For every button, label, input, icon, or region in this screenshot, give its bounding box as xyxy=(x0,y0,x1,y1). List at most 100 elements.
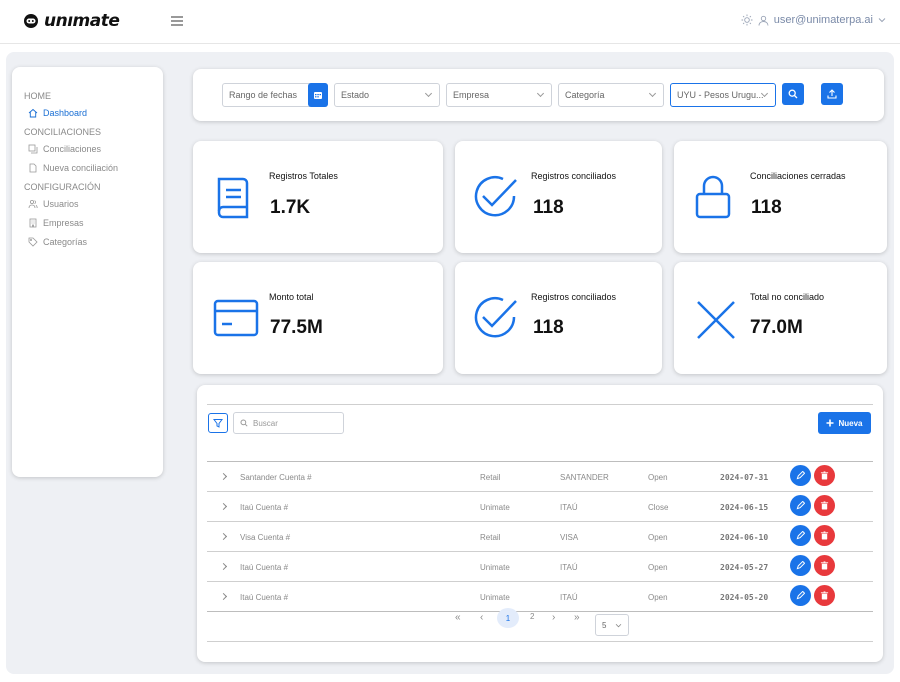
sidebar-item-label: Nueva conciliación xyxy=(43,163,119,173)
sidebar-item-label: Usuarios xyxy=(43,199,79,209)
pagination-page-2[interactable]: 2 xyxy=(530,612,534,621)
row-name: Itaú Cuenta # xyxy=(240,563,289,572)
row-bank: VISA xyxy=(560,533,579,542)
logo[interactable]: unımate xyxy=(22,11,120,31)
chevron-down-icon xyxy=(536,89,545,98)
plus-icon xyxy=(826,419,834,427)
pagination-last[interactable]: » xyxy=(574,612,580,623)
edit-button[interactable] xyxy=(790,525,811,546)
row-company: Retail xyxy=(480,533,501,542)
pagination-page-1[interactable]: 1 xyxy=(497,608,519,628)
search-icon xyxy=(240,419,248,427)
table-row[interactable]: Visa Cuenta # Retail VISA Open 2024-06-1… xyxy=(207,522,873,552)
card-value: 77.0M xyxy=(750,317,803,338)
chevron-down-icon[interactable] xyxy=(878,17,886,23)
chevron-right-icon[interactable] xyxy=(219,502,228,511)
row-name: Itaú Cuenta # xyxy=(240,593,289,602)
check-circle-icon xyxy=(474,176,517,217)
sidebar-section-configuracion: CONFIGURACIÓN xyxy=(24,182,101,192)
search-button[interactable] xyxy=(782,83,804,105)
check-circle-icon xyxy=(474,297,517,338)
user-email: user@unimaterpa.ai xyxy=(773,14,873,26)
trash-icon xyxy=(820,471,829,480)
sidebar-item-label: Dashboard xyxy=(43,108,88,118)
user-menu[interactable]: user@unimaterpa.ai xyxy=(741,14,886,26)
edit-button[interactable] xyxy=(790,495,811,516)
export-button[interactable] xyxy=(821,83,843,105)
row-date: 2024-07-31 xyxy=(720,473,769,482)
sidebar-section-home: HOME xyxy=(24,91,51,101)
sidebar-item-dashboard[interactable]: Dashboard xyxy=(24,108,151,118)
table-row[interactable]: Itaú Cuenta # Unimate ITAÚ Open 2024-05-… xyxy=(207,582,873,612)
row-bank: SANTANDER xyxy=(560,473,609,482)
filter-toggle-button[interactable] xyxy=(208,413,228,433)
date-range-field[interactable]: Rango de fechas xyxy=(222,83,328,107)
estado-select-value: Estado xyxy=(341,90,370,100)
pencil-icon xyxy=(796,531,805,540)
delete-button[interactable] xyxy=(814,495,835,516)
calendar-button[interactable] xyxy=(308,83,328,107)
stat-card-conciliaciones-cerradas: Conciliaciones cerradas 118 xyxy=(674,141,887,253)
calendar-icon xyxy=(314,92,322,99)
sidebar-item-label: Conciliaciones xyxy=(43,144,102,154)
trash-icon xyxy=(820,531,829,540)
chevron-right-icon[interactable] xyxy=(219,532,228,541)
stat-card-total-no-conciliado: Total no conciliado 77.0M xyxy=(674,262,887,374)
building-icon xyxy=(29,218,37,228)
edit-button[interactable] xyxy=(790,465,811,486)
card-value: 77.5M xyxy=(270,317,323,338)
chevron-right-icon[interactable] xyxy=(219,562,228,571)
conciliaciones-table-panel: Buscar Nueva Santander Cuenta # Retail S… xyxy=(197,385,883,662)
table-row[interactable]: Santander Cuenta # Retail SANTANDER Open… xyxy=(207,462,873,492)
delete-button[interactable] xyxy=(814,585,835,606)
empresa-select[interactable]: Empresa xyxy=(446,83,552,107)
pagination-prev[interactable]: ‹ xyxy=(480,612,483,623)
delete-button[interactable] xyxy=(814,465,835,486)
sidebar-item-usuarios[interactable]: Usuarios xyxy=(24,199,151,209)
edit-button[interactable] xyxy=(790,585,811,606)
search-input[interactable]: Buscar xyxy=(233,412,344,434)
new-button[interactable]: Nueva xyxy=(818,412,871,434)
categoria-select[interactable]: Categoría xyxy=(558,83,664,107)
sidebar-item-categorias[interactable]: Categorías xyxy=(24,237,151,247)
card-title: Monto total xyxy=(269,292,314,302)
row-name: Itaú Cuenta # xyxy=(240,503,289,512)
tag-icon xyxy=(28,237,38,247)
new-button-label: Nueva xyxy=(838,418,863,428)
delete-button[interactable] xyxy=(814,555,835,576)
x-icon xyxy=(697,301,735,339)
chevron-right-icon[interactable] xyxy=(219,592,228,601)
table-row[interactable]: Itaú Cuenta # Unimate ITAÚ Open 2024-05-… xyxy=(207,552,873,582)
sidebar-item-empresas[interactable]: Empresas xyxy=(24,218,151,228)
card-title: Registros conciliados xyxy=(531,171,617,181)
sidebar: HOME Dashboard CONCILIACIONES Conciliaci… xyxy=(12,67,163,477)
page-size-select[interactable]: 5 xyxy=(595,614,629,636)
sidebar-item-conciliaciones[interactable]: Conciliaciones xyxy=(24,144,151,154)
estado-select[interactable]: Estado xyxy=(334,83,440,107)
pagination-first[interactable]: « xyxy=(455,612,461,623)
card-value: 118 xyxy=(533,197,564,218)
table-row[interactable]: Itaú Cuenta # Unimate ITAÚ Close 2024-06… xyxy=(207,492,873,522)
row-status: Close xyxy=(648,503,669,512)
row-date: 2024-06-10 xyxy=(720,533,769,542)
search-placeholder: Buscar xyxy=(253,418,278,428)
sidebar-item-nueva-conciliacion[interactable]: Nueva conciliación xyxy=(24,163,151,173)
divider xyxy=(207,611,873,612)
search-icon xyxy=(788,89,798,99)
menu-toggle-icon[interactable] xyxy=(171,16,183,26)
pencil-icon xyxy=(796,471,805,480)
card-value: 118 xyxy=(533,317,564,338)
lock-icon xyxy=(695,175,731,219)
chevron-down-icon xyxy=(648,89,657,98)
page-size-value: 5 xyxy=(602,620,607,630)
pagination-next[interactable]: › xyxy=(552,612,555,623)
currency-select[interactable]: UYU - Pesos Urugu... xyxy=(670,83,776,107)
sidebar-item-label: Categorías xyxy=(43,237,88,247)
sun-icon[interactable] xyxy=(741,14,753,26)
chevron-right-icon[interactable] xyxy=(219,472,228,481)
edit-button[interactable] xyxy=(790,555,811,576)
card-value: 118 xyxy=(751,197,782,218)
row-name: Santander Cuenta # xyxy=(240,473,312,482)
pencil-icon xyxy=(796,591,805,600)
delete-button[interactable] xyxy=(814,525,835,546)
